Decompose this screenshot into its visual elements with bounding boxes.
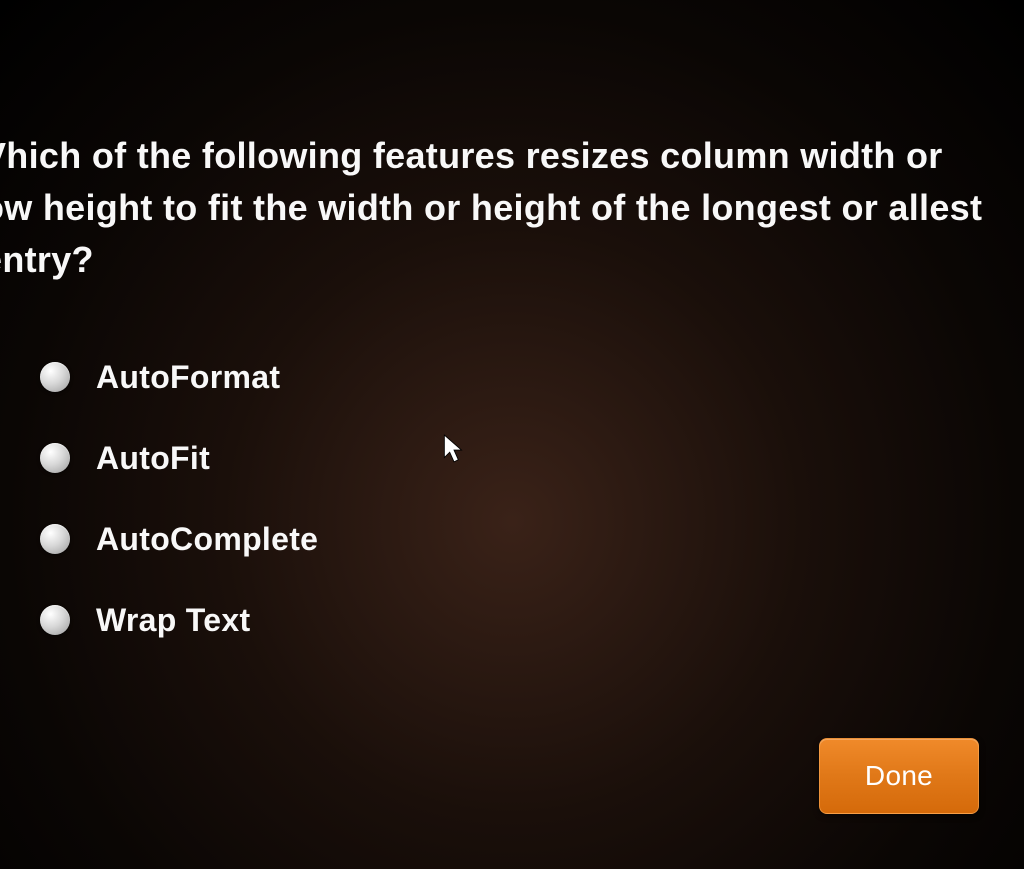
option-label: Wrap Text: [96, 602, 250, 639]
option-label: AutoFit: [96, 440, 210, 477]
done-button[interactable]: Done: [819, 738, 979, 814]
option-autoformat[interactable]: AutoFormat: [40, 359, 984, 396]
option-autofit[interactable]: AutoFit: [40, 440, 984, 477]
radio-icon: [40, 443, 70, 473]
radio-icon: [40, 524, 70, 554]
radio-icon: [40, 605, 70, 635]
option-wraptext[interactable]: Wrap Text: [40, 602, 984, 639]
option-label: AutoComplete: [96, 521, 318, 558]
option-label: AutoFormat: [96, 359, 280, 396]
options-list: AutoFormat AutoFit AutoComplete Wrap Tex…: [40, 359, 984, 639]
question-text: Vhich of the following features resizes …: [0, 130, 984, 287]
radio-icon: [40, 362, 70, 392]
option-autocomplete[interactable]: AutoComplete: [40, 521, 984, 558]
question-container: Vhich of the following features resizes …: [0, 0, 1024, 639]
